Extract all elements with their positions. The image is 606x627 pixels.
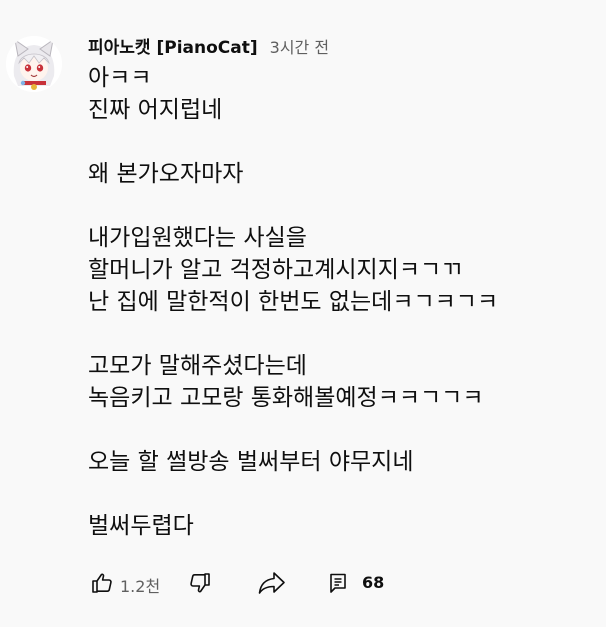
comment-line: 오늘 할 썰방송 벌써부터 야무지네 xyxy=(88,449,414,475)
comment-line: 난 집에 말한적이 한번도 없는데ㅋㄱㅋㄱㅋ xyxy=(88,289,499,315)
comment-line: 아ㅋㅋ xyxy=(88,65,152,91)
author-name[interactable]: 피아노캣 [PianoCat] xyxy=(88,33,258,58)
comment-line xyxy=(88,318,588,350)
reply-button[interactable] xyxy=(320,565,356,601)
comment-line: 고모가 말해주셨다는데 xyxy=(88,353,307,379)
comment-text: 아ㅋㅋ 진짜 어지럽네 왜 본가오자마자 내가입원했다는 사실을 할머니가 알고… xyxy=(88,62,588,542)
comment-line: 왜 본가오자마자 xyxy=(88,161,244,187)
like-count: 1.2천 xyxy=(120,577,161,596)
comment-line xyxy=(88,190,588,222)
comment-line: 내가입원했다는 사실을 xyxy=(88,225,307,251)
comment-line xyxy=(88,478,588,510)
comment-actions: 1.2천 68 xyxy=(84,565,604,601)
share-arrow-icon xyxy=(258,572,285,594)
comment-timestamp[interactable]: 3시간 전 xyxy=(270,34,329,58)
dislike-button[interactable] xyxy=(182,565,218,601)
thumbs-down-icon xyxy=(190,573,210,593)
thumbs-up-icon xyxy=(92,573,112,593)
comment-line: 진짜 어지럽네 xyxy=(88,97,223,123)
comment-header: 피아노캣 [PianoCat] 3시간 전 xyxy=(88,33,329,58)
like-button[interactable] xyxy=(84,565,120,601)
comment-line: 벌써두렵다 xyxy=(88,513,194,539)
reply-count: 68 xyxy=(362,573,385,592)
comment-line xyxy=(88,126,588,158)
reply-comment-icon xyxy=(330,573,346,593)
author-avatar[interactable] xyxy=(6,36,62,92)
comment-line xyxy=(88,414,588,446)
share-button[interactable] xyxy=(254,565,290,601)
comment-line: 녹음키고 고모랑 통화해볼예정ㅋㅋㄱㄱㅋ xyxy=(88,385,484,411)
comment-line: 할머니가 알고 걱정하고계시지지ㅋㄱㄲ xyxy=(88,257,463,283)
comment-item: 피아노캣 [PianoCat] 3시간 전 아ㅋㅋ 진짜 어지럽네 왜 본가오자… xyxy=(0,0,606,627)
avatar-image xyxy=(6,36,62,92)
